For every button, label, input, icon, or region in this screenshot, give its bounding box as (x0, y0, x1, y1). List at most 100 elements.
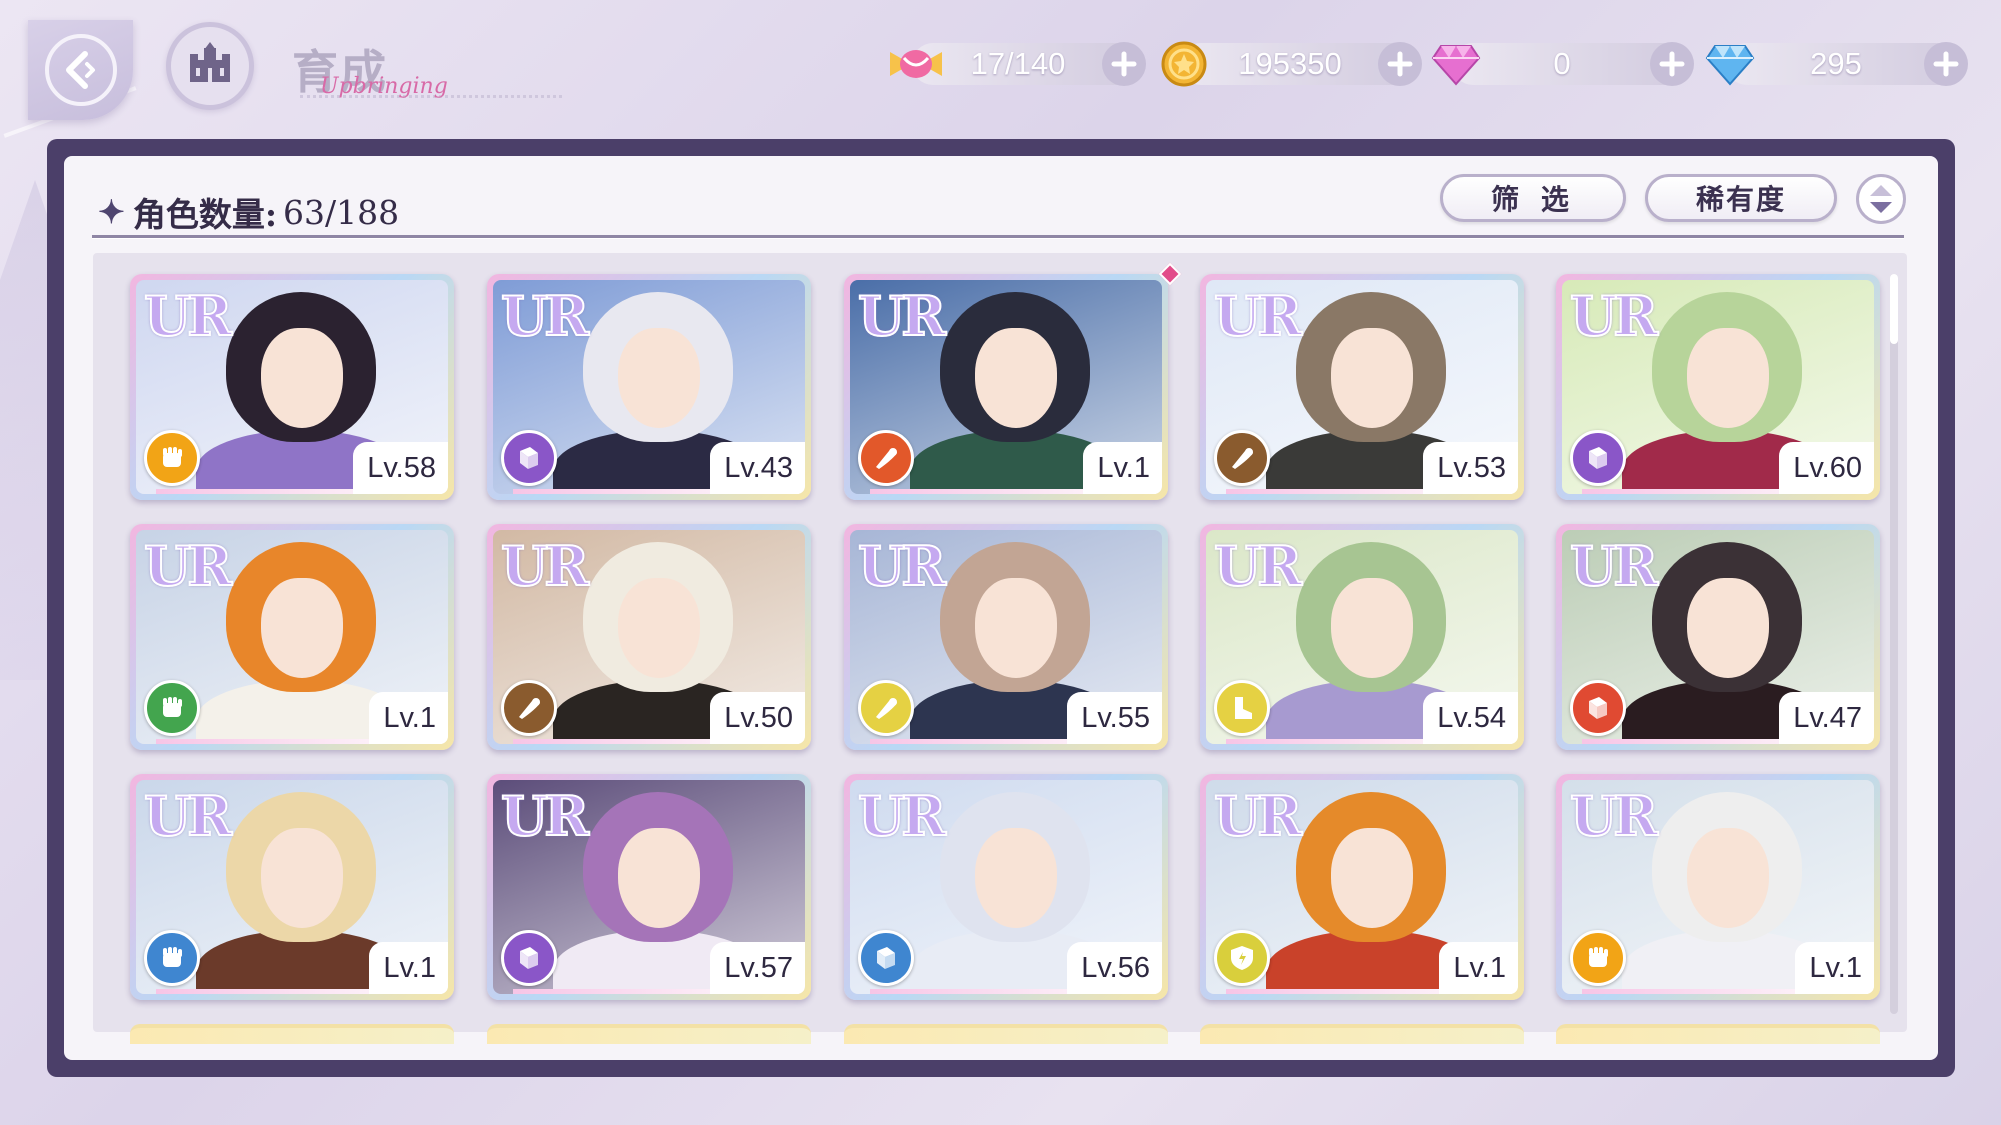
character-card[interactable]: UR Lv.1 (130, 774, 454, 1000)
level-label: Lv.60 (1779, 442, 1874, 494)
character-card-partial[interactable] (130, 1024, 454, 1044)
coin-add-button[interactable] (1378, 42, 1422, 86)
portrait-face (975, 828, 1057, 928)
character-portrait: UR Lv.53 (1206, 280, 1518, 494)
rarity-badge: UR (143, 533, 233, 599)
boot-icon (1214, 680, 1270, 736)
level-label: Lv.1 (369, 942, 448, 994)
book-icon (501, 430, 557, 486)
rarity-sort-button[interactable]: 稀有度 (1645, 174, 1837, 222)
character-card[interactable]: UR Lv.47 (1556, 524, 1880, 750)
portrait-face (1687, 828, 1769, 928)
home-button[interactable] (166, 22, 254, 110)
rarity-badge: UR (500, 283, 590, 349)
portrait-face (1687, 328, 1769, 428)
scrollbar-thumb[interactable] (1890, 274, 1898, 344)
level-label: Lv.56 (1067, 942, 1162, 994)
horn-icon (1214, 430, 1270, 486)
portrait-face (1331, 828, 1413, 928)
character-card[interactable]: UR Lv.1 (844, 274, 1168, 500)
portrait-face (975, 328, 1057, 428)
character-portrait: UR Lv.56 (850, 780, 1162, 994)
character-card[interactable]: UR Lv.57 (487, 774, 811, 1000)
portrait-face (261, 578, 343, 678)
grid-scrollbar[interactable] (1890, 274, 1898, 1014)
character-card[interactable]: UR Lv.53 (1200, 274, 1524, 500)
rarity-badge: UR (857, 533, 947, 599)
fist-icon (144, 680, 200, 736)
rarity-badge: UR (857, 783, 947, 849)
level-label: Lv.47 (1779, 692, 1874, 744)
character-portrait: UR Lv.1 (1562, 780, 1874, 994)
horn-icon (501, 680, 557, 736)
page-title-script: Upbringing (320, 74, 448, 99)
pink-gem-icon (1428, 37, 1484, 91)
level-label: Lv.54 (1423, 692, 1518, 744)
portrait-face (618, 578, 700, 678)
pink-gem-add-button[interactable] (1650, 42, 1694, 86)
character-portrait: UR Lv.1 (136, 780, 448, 994)
character-card[interactable]: UR Lv.1 (130, 524, 454, 750)
candy-icon (888, 37, 944, 91)
portrait-face (1331, 578, 1413, 678)
portrait-face (261, 828, 343, 928)
character-card[interactable]: UR Lv.54 (1200, 524, 1524, 750)
blue-gem-icon (1702, 37, 1758, 91)
character-portrait: UR Lv.57 (493, 780, 805, 994)
character-card-partial[interactable] (844, 1024, 1168, 1044)
character-portrait: UR Lv.47 (1562, 530, 1874, 744)
character-card[interactable]: UR Lv.58 (130, 274, 454, 500)
rarity-badge: UR (500, 533, 590, 599)
level-label: Lv.1 (369, 692, 448, 744)
portrait-face (618, 828, 700, 928)
level-label: Lv.43 (710, 442, 805, 494)
character-card-partial[interactable] (1200, 1024, 1524, 1044)
portrait-face (975, 578, 1057, 678)
candy-add-button[interactable] (1102, 42, 1146, 86)
character-card[interactable]: UR Lv.43 (487, 274, 811, 500)
rarity-badge: UR (1569, 783, 1659, 849)
sparkle-icon: ✦ (98, 193, 125, 231)
fist-icon (144, 930, 200, 986)
character-portrait: UR Lv.43 (493, 280, 805, 494)
plus-icon (1933, 51, 1959, 77)
character-portrait: UR Lv.55 (850, 530, 1162, 744)
back-button[interactable] (28, 20, 133, 120)
character-card-partial[interactable] (487, 1024, 811, 1044)
level-label: Lv.57 (710, 942, 805, 994)
rarity-badge: UR (143, 783, 233, 849)
fist-icon (1570, 930, 1626, 986)
sort-arrows-icon (1870, 185, 1892, 213)
blue-gem-add-button[interactable] (1924, 42, 1968, 86)
character-card[interactable]: UR Lv.55 (844, 524, 1168, 750)
character-count-label: 角色数量: (132, 195, 277, 234)
character-card-partial[interactable] (1556, 1024, 1880, 1044)
character-card[interactable]: UR Lv.50 (487, 524, 811, 750)
character-card[interactable]: UR Lv.56 (844, 774, 1168, 1000)
shield-icon (1214, 930, 1270, 986)
rarity-badge: UR (857, 283, 947, 349)
resource-blue-gem: 295 (1705, 42, 1968, 86)
coin-icon (1156, 37, 1212, 91)
level-label: Lv.53 (1423, 442, 1518, 494)
character-portrait: UR Lv.1 (136, 530, 448, 744)
level-label: Lv.55 (1067, 692, 1162, 744)
sort-order-button[interactable] (1856, 174, 1906, 224)
book-icon (501, 930, 557, 986)
horn-icon (858, 680, 914, 736)
plus-icon (1111, 51, 1137, 77)
plus-icon (1387, 51, 1413, 77)
portrait-face (618, 328, 700, 428)
character-card[interactable]: UR Lv.60 (1556, 274, 1880, 500)
header-divider (92, 235, 1904, 239)
rarity-badge: UR (500, 783, 590, 849)
book-icon (1570, 680, 1626, 736)
fist-icon (144, 430, 200, 486)
rarity-badge: UR (1213, 783, 1303, 849)
rarity-badge: UR (1213, 283, 1303, 349)
character-card[interactable]: UR Lv.1 (1556, 774, 1880, 1000)
resource-coin: 195350 (1161, 41, 1422, 87)
character-card[interactable]: UR Lv.1 (1200, 774, 1524, 1000)
filter-button[interactable]: 筛 选 (1440, 174, 1626, 222)
rarity-badge: UR (1569, 283, 1659, 349)
